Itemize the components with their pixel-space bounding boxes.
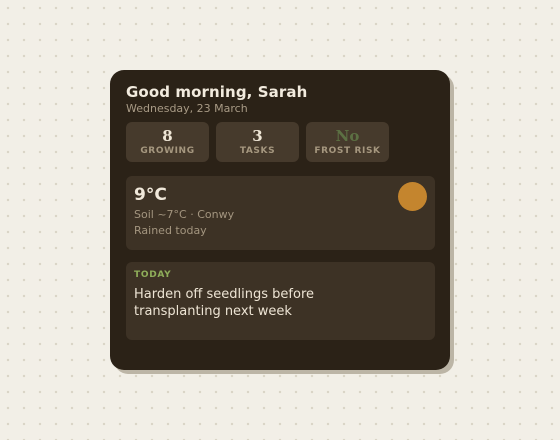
stat-label: GROWING bbox=[140, 146, 195, 156]
current-date: Wednesday, 23 March bbox=[126, 102, 248, 115]
stat-value: 8 bbox=[162, 127, 173, 145]
stat-value: No bbox=[335, 127, 360, 145]
greeting-title: Good morning, Sarah bbox=[126, 83, 308, 101]
stat-value: 3 bbox=[252, 127, 263, 145]
weather-condition-note: Rained today bbox=[134, 224, 207, 237]
temperature: 9°C bbox=[134, 185, 167, 205]
today-tip-text: Harden off seedlings before transplantin… bbox=[134, 287, 315, 319]
today-tip-panel: TODAY Harden off seedlings before transp… bbox=[126, 262, 435, 340]
garden-summary-card: Good morning, Sarah Wednesday, 23 March … bbox=[110, 70, 450, 370]
stat-frost-risk[interactable]: No FROST RISK bbox=[306, 122, 389, 162]
stat-label: TASKS bbox=[239, 146, 276, 156]
weather-panel: 9°C Soil ~7°C · Conwy Rained today bbox=[126, 176, 435, 250]
stat-tasks[interactable]: 3 TASKS bbox=[216, 122, 299, 162]
today-label: TODAY bbox=[134, 270, 172, 280]
stat-growing[interactable]: 8 GROWING bbox=[126, 122, 209, 162]
stat-label: FROST RISK bbox=[314, 146, 381, 156]
sun-icon bbox=[398, 182, 427, 211]
soil-temperature-location: Soil ~7°C · Conwy bbox=[134, 208, 235, 221]
